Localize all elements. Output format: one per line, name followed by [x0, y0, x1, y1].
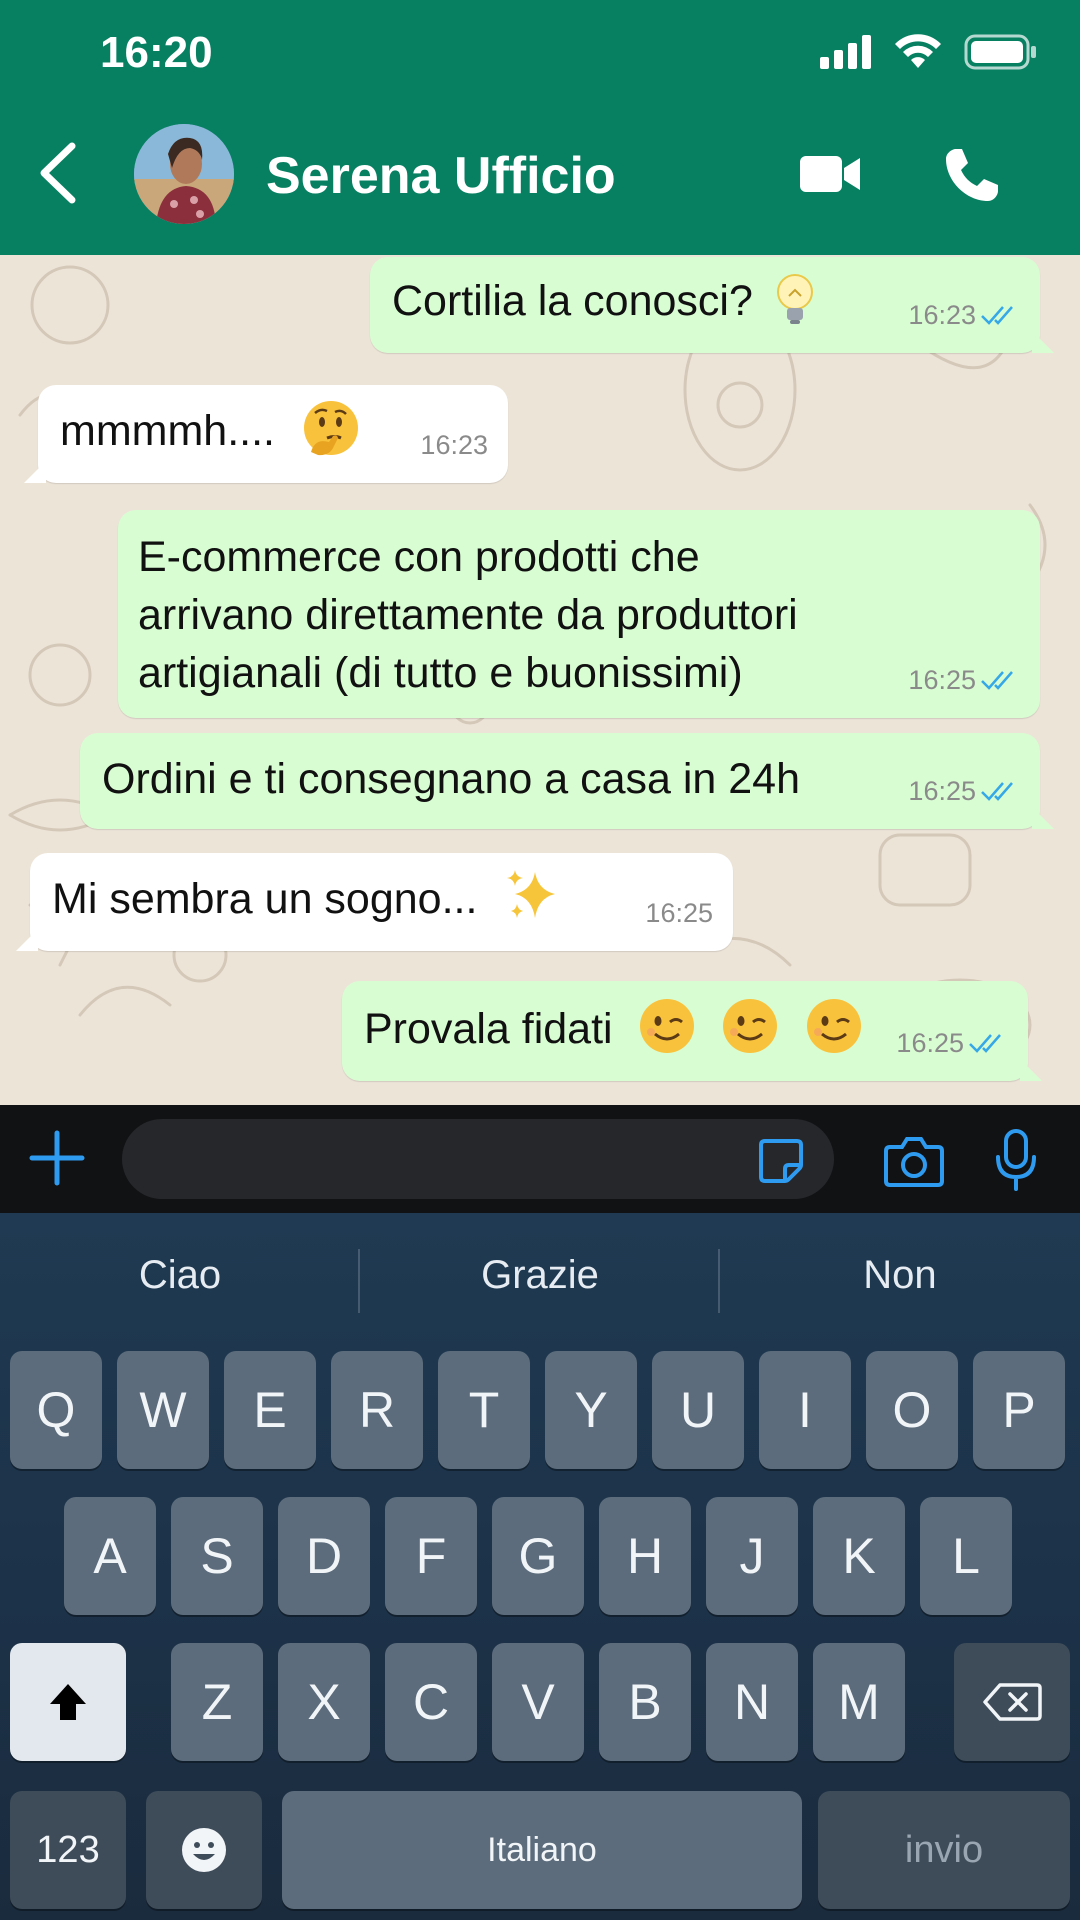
- camera-icon[interactable]: [884, 1135, 944, 1187]
- key-c[interactable]: C: [385, 1643, 477, 1761]
- key-d[interactable]: D: [278, 1497, 370, 1615]
- signal-icon: [820, 35, 871, 69]
- key-p[interactable]: P: [973, 1351, 1065, 1469]
- return-key[interactable]: invio: [818, 1791, 1070, 1909]
- key-l[interactable]: L: [920, 1497, 1012, 1615]
- key-v[interactable]: V: [492, 1643, 584, 1761]
- key-t[interactable]: T: [438, 1351, 530, 1469]
- avatar-photo: [134, 124, 234, 224]
- key-h[interactable]: H: [599, 1497, 691, 1615]
- microphone-icon[interactable]: [995, 1129, 1037, 1191]
- message-time: 16:23: [420, 430, 488, 460]
- message-input[interactable]: [122, 1119, 834, 1199]
- read-receipt-icon: [981, 782, 1013, 801]
- message-text: mmmmh....: [60, 407, 275, 455]
- video-call-icon[interactable]: [798, 150, 862, 198]
- key-s[interactable]: S: [171, 1497, 263, 1615]
- key-f[interactable]: F: [385, 1497, 477, 1615]
- read-receipt-icon: [981, 306, 1013, 325]
- sticker-icon[interactable]: [757, 1137, 805, 1185]
- suggestion-item[interactable]: Grazie: [360, 1253, 720, 1298]
- chat-area[interactable]: Cortilia la conosci? 16:23 mmmmh.... 16:…: [0, 255, 1080, 1105]
- message-bubble-outgoing[interactable]: E-commerce con prodotti che arrivano dir…: [118, 510, 1040, 718]
- key-o[interactable]: O: [866, 1351, 958, 1469]
- key-y[interactable]: Y: [545, 1351, 637, 1469]
- key-q[interactable]: Q: [10, 1351, 102, 1469]
- key-w[interactable]: W: [117, 1351, 209, 1469]
- thinking-face-emoji-icon: [303, 400, 358, 455]
- message-time: 16:25: [908, 776, 976, 806]
- chat-header: 16:20 Serena Ufficio: [0, 0, 1080, 255]
- key-a[interactable]: A: [64, 1497, 156, 1615]
- contact-avatar[interactable]: [134, 124, 234, 224]
- bulb-emoji-icon: [776, 273, 813, 324]
- message-text: Provala fidati: [364, 1005, 613, 1053]
- key-e[interactable]: E: [224, 1351, 316, 1469]
- keyboard: Ciao Grazie Non Q W E R T Y U I O P A S …: [0, 1213, 1080, 1920]
- status-time: 16:20: [100, 28, 213, 77]
- key-z[interactable]: Z: [171, 1643, 263, 1761]
- key-u[interactable]: U: [652, 1351, 744, 1469]
- key-i[interactable]: I: [759, 1351, 851, 1469]
- key-b[interactable]: B: [599, 1643, 691, 1761]
- message-line: E-commerce con prodotti che: [138, 533, 700, 581]
- emoji-face-icon: [182, 1828, 226, 1872]
- keyboard-suggestions: Ciao Grazie Non: [0, 1213, 1080, 1343]
- phone-call-icon[interactable]: [942, 145, 1002, 205]
- message-text: Cortilia la conosci?: [392, 277, 753, 325]
- message-bubble-outgoing[interactable]: Cortilia la conosci? 16:23: [370, 257, 1054, 353]
- sparkles-emoji-icon: [507, 869, 556, 918]
- winking-face-emoji-icon: [807, 998, 862, 1053]
- numbers-key[interactable]: 123: [10, 1791, 126, 1909]
- message-bubble-incoming[interactable]: Mi sembra un sogno... 16:25: [16, 853, 733, 951]
- shift-key[interactable]: [10, 1643, 126, 1761]
- message-input-bar: [0, 1105, 1080, 1213]
- message-line: arrivano direttamente da produttori: [138, 591, 798, 639]
- suggestion-item[interactable]: Ciao: [0, 1253, 360, 1298]
- winking-face-emoji-icon: [723, 998, 778, 1053]
- key-x[interactable]: X: [278, 1643, 370, 1761]
- key-g[interactable]: G: [492, 1497, 584, 1615]
- message-bubble-outgoing[interactable]: Provala fidati 16:25: [342, 981, 1042, 1081]
- back-chevron-icon[interactable]: [30, 138, 90, 208]
- message-bubble-incoming[interactable]: mmmmh.... 16:23: [24, 385, 508, 483]
- emoji-key[interactable]: [146, 1791, 262, 1909]
- read-receipt-icon: [981, 671, 1013, 690]
- backspace-icon: [983, 1683, 1042, 1721]
- key-n[interactable]: N: [706, 1643, 798, 1761]
- backspace-key[interactable]: [954, 1643, 1070, 1761]
- space-key[interactable]: Italiano: [282, 1791, 802, 1909]
- message-bubble-outgoing[interactable]: Ordini e ti consegnano a casa in 24h 16:…: [80, 733, 1054, 829]
- read-receipt-icon: [969, 1034, 1001, 1053]
- wifi-icon: [895, 34, 941, 68]
- key-k[interactable]: K: [813, 1497, 905, 1615]
- message-line: artigianali (di tutto e buonissimi): [138, 649, 743, 697]
- message-time: 16:23: [908, 300, 976, 330]
- message-text: Ordini e ti consegnano a casa in 24h: [102, 755, 801, 803]
- message-text: Mi sembra un sogno...: [52, 875, 478, 923]
- key-r[interactable]: R: [331, 1351, 423, 1469]
- key-m[interactable]: M: [813, 1643, 905, 1761]
- key-j[interactable]: J: [706, 1497, 798, 1615]
- status-icons: [820, 34, 1038, 70]
- suggestion-item[interactable]: Non: [720, 1253, 1080, 1298]
- message-time: 16:25: [896, 1028, 964, 1058]
- winking-face-emoji-icon: [639, 998, 694, 1053]
- battery-icon: [964, 34, 1036, 70]
- message-time: 16:25: [645, 898, 713, 928]
- contact-name[interactable]: Serena Ufficio: [266, 146, 616, 206]
- plus-icon[interactable]: [28, 1129, 86, 1187]
- shift-arrow-icon: [50, 1684, 86, 1720]
- chat-screen: 16:20 Serena Ufficio Cortilia la conosci…: [0, 0, 1080, 1920]
- message-time: 16:25: [908, 665, 976, 695]
